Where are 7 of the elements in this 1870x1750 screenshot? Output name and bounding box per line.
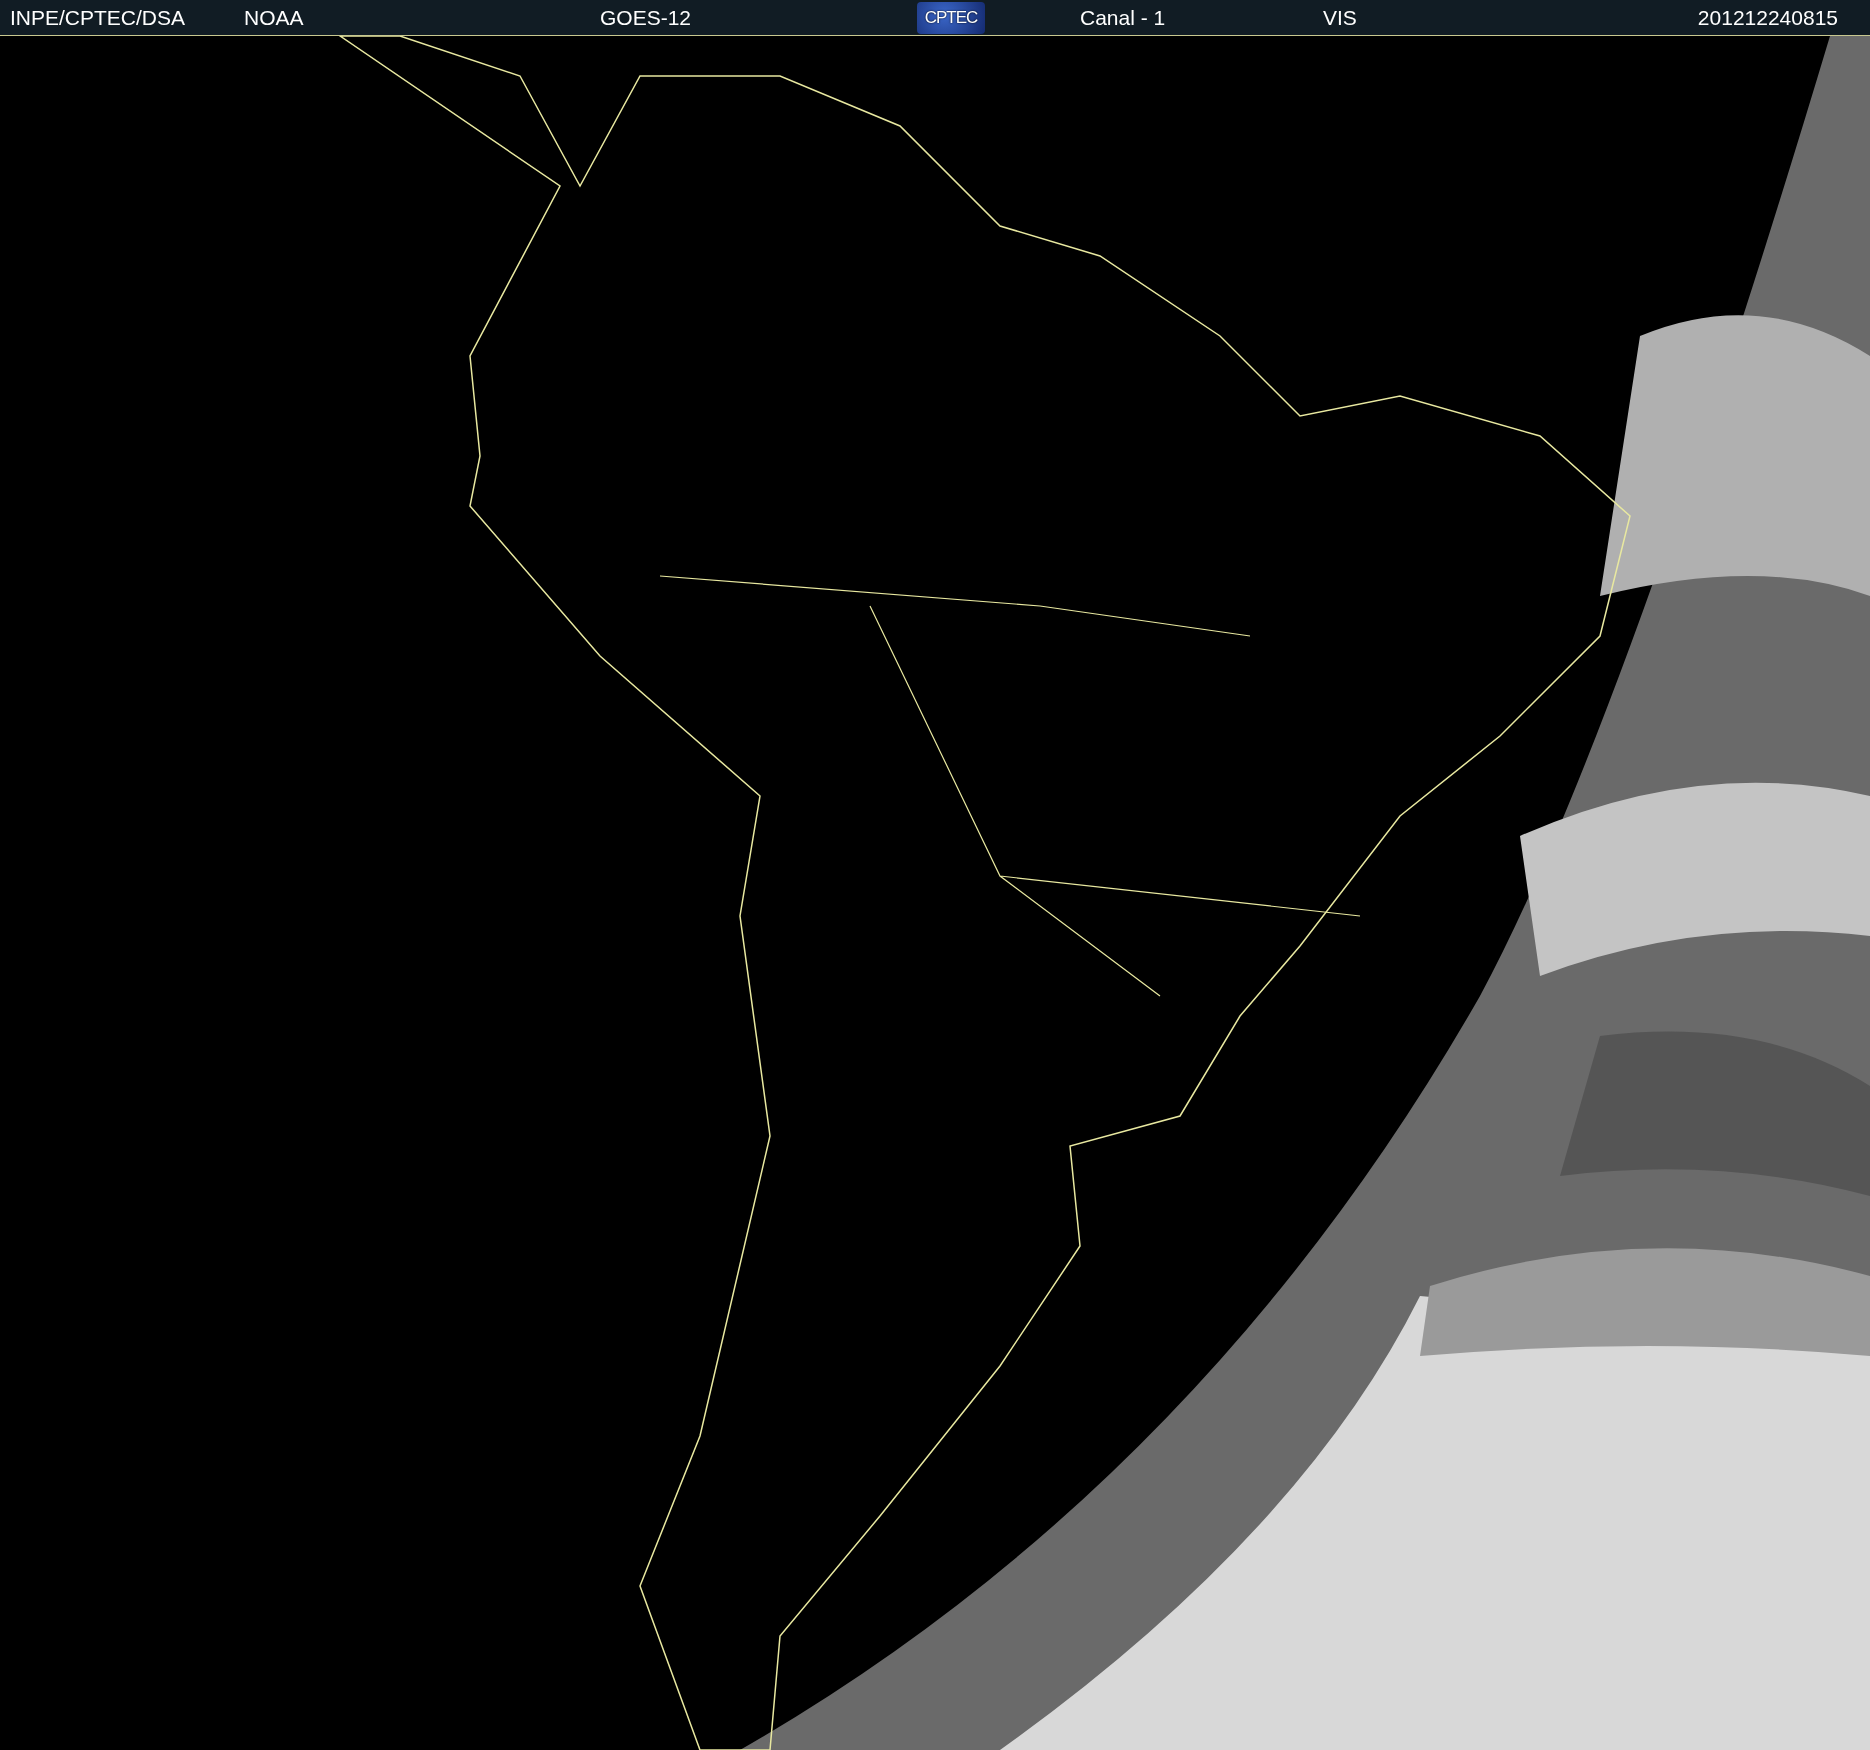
satellite-label: GOES-12 (600, 5, 692, 29)
band-label: VIS (1323, 5, 1357, 29)
channel-label: Canal - 1 (1080, 5, 1166, 29)
agency-label: NOAA (244, 5, 304, 29)
logo: CPTEC (917, 1, 985, 34)
timestamp: 201212240815 (1697, 5, 1839, 30)
source-label: INPE/CPTEC/DSA (10, 5, 186, 29)
